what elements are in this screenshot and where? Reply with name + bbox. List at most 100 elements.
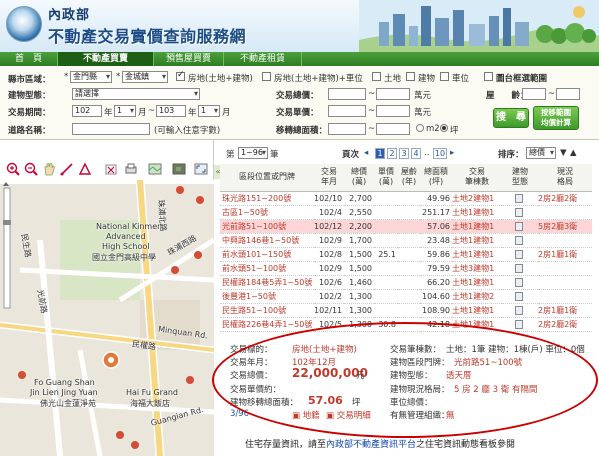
table-row[interactable]: 前水頭101~150號 102/8 1,500 25.1 59.86 土地1建物1 2房1廳…	[220, 247, 592, 262]
clear-icon[interactable]	[104, 162, 118, 176]
table-row[interactable]: 後豐港1~50號 102/2 1,300 104.60 土地1建物2	[220, 289, 592, 304]
map-range-checkbox[interactable]	[484, 72, 493, 81]
table-row[interactable]: 中興路146巷1~50號 102/9 1,700 23.48 土地1建物1	[220, 233, 592, 248]
period-to-year-input[interactable]: 103	[156, 105, 186, 117]
city-select[interactable]: 金門縣	[70, 71, 112, 83]
map-view[interactable]: National Kinmen Advanced High School 國立金…	[0, 180, 214, 456]
building-type-icon[interactable]	[515, 263, 523, 273]
road-input[interactable]	[72, 123, 150, 135]
period-from-month-select[interactable]: 1	[114, 105, 136, 117]
type-checkbox-house-land-parking[interactable]	[262, 72, 271, 81]
type-checkbox-land[interactable]	[372, 72, 381, 81]
zoom-in-icon[interactable]	[6, 162, 20, 176]
search-button[interactable]: 搜 尋	[493, 108, 529, 128]
detail-unit: 坪	[352, 398, 361, 408]
tab-presale[interactable]: 預售屋買賣	[154, 52, 224, 66]
table-row[interactable]: 民權路184巷5弄1~50號 102/6 1,460 66.20 土地1建物1	[220, 275, 592, 290]
sort-asc-icon[interactable]: ▲	[570, 148, 577, 158]
page-link[interactable]: 1	[375, 148, 385, 159]
col-header[interactable]: 交易 筆棟數	[452, 164, 502, 192]
pan-hand-icon[interactable]	[42, 162, 56, 176]
building-type-icon[interactable]	[515, 319, 523, 329]
area-max-input[interactable]	[376, 123, 410, 135]
detail-label: 交易總價：	[230, 371, 273, 381]
page-link[interactable]: 10	[433, 148, 447, 159]
table-header-row: 區段位置或門牌 交易 年月 總價 (萬) 單價 (萬) 屋齡 (年) 總面積 (…	[220, 164, 592, 192]
table-row[interactable]: 珠光路151~200號 102/10 2,700 49.96 土地2建物1 2房2廳2衛	[220, 191, 592, 206]
zoom-out-icon[interactable]	[24, 162, 38, 176]
table-row[interactable]: 民權路226巷4弄1~50號 102/5 1,300 30.8 42.18 土地1建物1 2…	[220, 317, 592, 332]
col-header[interactable]: 單價 (萬)	[374, 164, 398, 192]
building-type-icon[interactable]	[515, 193, 523, 203]
month-label: 月	[222, 108, 231, 118]
cell-age	[398, 219, 420, 234]
range-suffix: 筆	[270, 150, 279, 160]
total-price-max-input[interactable]	[376, 88, 410, 100]
fullscreen-icon[interactable]	[194, 162, 208, 176]
print-icon[interactable]	[124, 162, 138, 176]
map-label: Hai Fu Grand	[126, 388, 178, 397]
type-checkbox-building[interactable]	[406, 72, 415, 81]
cell-layout	[538, 233, 592, 248]
tab-real-estate-sale[interactable]: 不動產買賣	[58, 52, 154, 66]
district-select[interactable]: 金城鎮	[122, 71, 168, 83]
area-min-input[interactable]	[328, 123, 366, 135]
sort-desc-icon[interactable]: ▼	[560, 148, 567, 158]
table-row[interactable]: 古區1~50號 102/4 2,550 251.17 土地1建物1	[220, 205, 592, 220]
sort-select[interactable]: 總價	[526, 147, 556, 159]
period-to-month-select[interactable]: 1	[198, 105, 220, 117]
building-type-icon[interactable]	[515, 207, 523, 217]
col-header[interactable]: 屋齡 (年)	[398, 164, 420, 192]
table-row[interactable]: 光前路51~100號 102/12 2,200 57.06 土地1建物1 5房2廳3衛	[220, 219, 592, 234]
map-layer-icon[interactable]	[148, 162, 162, 176]
map-range-average-button[interactable]: 按移範圍 均價計算	[533, 106, 579, 130]
footer-link[interactable]: 內政部不動產資訊平台	[326, 440, 416, 450]
building-type-select[interactable]: 請選擇	[72, 88, 200, 100]
transaction-detail-button[interactable]: ▣ 交易明細	[326, 409, 371, 421]
period-from-year-input[interactable]: 102	[72, 105, 102, 117]
land-btn-label: 地籍	[302, 411, 320, 421]
cell-addr: 民權路226巷4弄1~50號	[220, 317, 314, 332]
range-select[interactable]: 1~96	[238, 147, 268, 159]
col-header[interactable]: 總面積 (坪)	[420, 164, 452, 192]
next-page-icon[interactable]: ▸	[450, 148, 454, 158]
measure-area-icon[interactable]	[78, 162, 92, 176]
area-total-label: 移轉總面積：	[276, 126, 328, 136]
building-type-icon[interactable]	[515, 277, 523, 287]
col-header[interactable]: 交易 年月	[314, 164, 344, 192]
map-label: Advanced	[106, 232, 146, 241]
tab-home[interactable]: 首 頁	[0, 52, 58, 66]
page-link[interactable]: 4	[411, 148, 421, 159]
measure-line-icon[interactable]	[60, 162, 74, 176]
building-type-icon[interactable]	[515, 235, 523, 245]
pagination-bar: 第 1~96 筆 頁次 ◂ 1 2 3 4 .. 10 ▸ 排序： 總價 ▼ ▲	[220, 147, 599, 162]
table-row[interactable]: 前水頭51~100號 102/9 1,500 79.59 土地3建物1	[220, 261, 592, 276]
prev-page-icon[interactable]: ◂	[364, 148, 368, 158]
tab-rental[interactable]: 不動產租賃	[224, 52, 302, 66]
unit-radio-ping[interactable]	[440, 124, 448, 132]
building-type-icon[interactable]	[515, 305, 523, 315]
table-row[interactable]: 民生路51~100號 102/11 1,300 108.90 土地1建物1 2房1廳1衛	[220, 303, 592, 318]
total-price-min-input[interactable]	[328, 88, 366, 100]
building-type-icon[interactable]	[515, 221, 523, 231]
col-header[interactable]: 區段位置或門牌	[220, 164, 314, 192]
col-header[interactable]: 現況 格局	[538, 164, 592, 192]
detail-btn-label: 交易明細	[336, 411, 371, 421]
page-link[interactable]: 3	[399, 148, 409, 159]
building-type-icon[interactable]	[515, 249, 523, 259]
land-registry-button[interactable]: ▣ 地籍	[292, 409, 320, 421]
age-min-input[interactable]	[522, 88, 546, 100]
cell-unit: 25.1	[374, 247, 398, 262]
unit-radio-sqm[interactable]	[416, 124, 424, 132]
age-max-input[interactable]	[556, 88, 580, 100]
page-link[interactable]: 2	[387, 148, 397, 159]
range-tilde: ~	[368, 124, 376, 134]
unit-price-min-input[interactable]	[328, 105, 366, 117]
unit-price-max-input[interactable]	[376, 105, 410, 117]
satellite-layer-icon[interactable]	[172, 162, 186, 176]
building-type-icon[interactable]	[515, 291, 523, 301]
col-header[interactable]: 建物 型態	[502, 164, 538, 192]
type-checkbox-house-land[interactable]	[176, 70, 185, 81]
type-checkbox-parking[interactable]	[440, 72, 449, 81]
col-header[interactable]: 總價 (萬)	[344, 164, 374, 192]
